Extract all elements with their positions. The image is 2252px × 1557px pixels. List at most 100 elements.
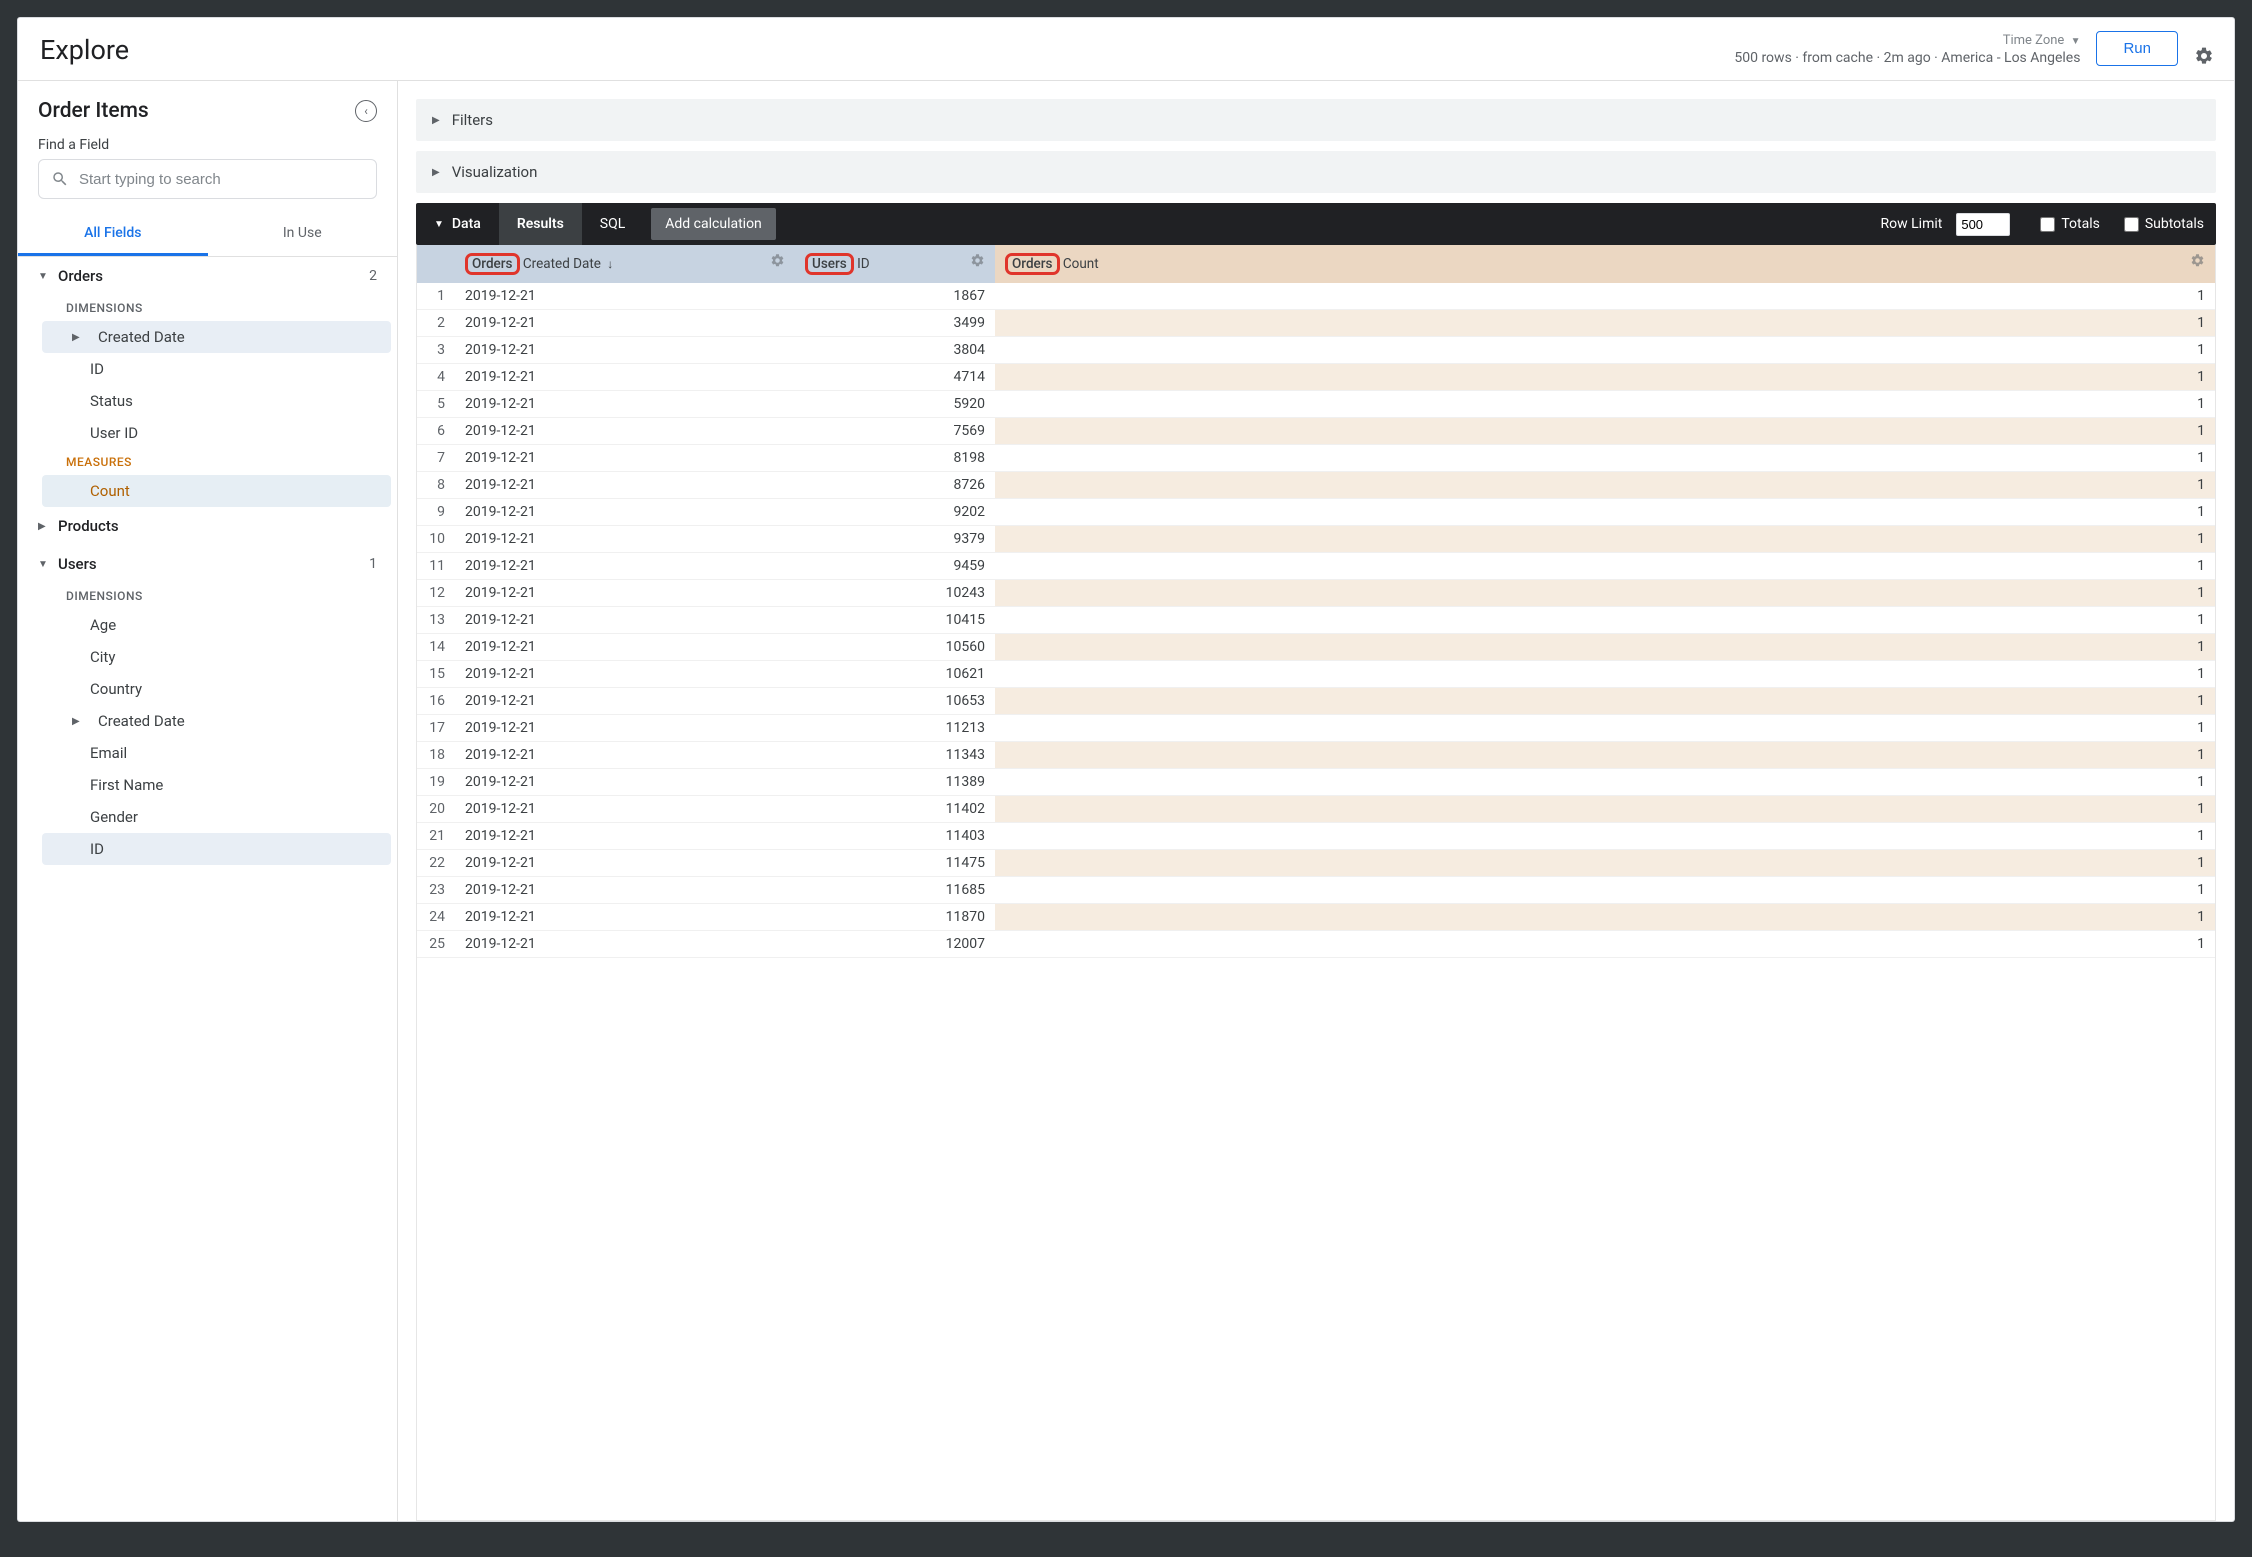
- search-input[interactable]: [79, 171, 364, 188]
- search-box[interactable]: [38, 159, 377, 199]
- cell-user-id[interactable]: 9379: [795, 526, 995, 553]
- cell-user-id[interactable]: 8726: [795, 472, 995, 499]
- table-row[interactable]: 12019-12-2118671: [417, 283, 2215, 310]
- field-item[interactable]: Gender: [42, 801, 391, 833]
- table-row[interactable]: 182019-12-21113431: [417, 742, 2215, 769]
- table-row[interactable]: 112019-12-2194591: [417, 553, 2215, 580]
- cell-count[interactable]: 1: [995, 796, 2215, 823]
- cell-count[interactable]: 1: [995, 499, 2215, 526]
- cell-user-id[interactable]: 3804: [795, 337, 995, 364]
- gear-icon[interactable]: [770, 253, 785, 272]
- cell-created-date[interactable]: 2019-12-21: [455, 472, 795, 499]
- table-row[interactable]: 252019-12-21120071: [417, 931, 2215, 958]
- cell-created-date[interactable]: 2019-12-21: [455, 850, 795, 877]
- cell-user-id[interactable]: 11870: [795, 904, 995, 931]
- field-item[interactable]: City: [42, 641, 391, 673]
- tab-all-fields[interactable]: All Fields: [18, 213, 208, 256]
- results-table-wrap[interactable]: Orders Created Date ↓Users IDOrders Coun…: [416, 245, 2216, 1521]
- cell-created-date[interactable]: 2019-12-21: [455, 499, 795, 526]
- field-item[interactable]: ▶Created Date: [42, 321, 391, 353]
- view-products[interactable]: ▶Products: [18, 507, 397, 545]
- cell-count[interactable]: 1: [995, 850, 2215, 877]
- table-row[interactable]: 102019-12-2193791: [417, 526, 2215, 553]
- cell-created-date[interactable]: 2019-12-21: [455, 607, 795, 634]
- cell-user-id[interactable]: 7569: [795, 418, 995, 445]
- cell-user-id[interactable]: 11403: [795, 823, 995, 850]
- cell-count[interactable]: 1: [995, 931, 2215, 958]
- data-tab[interactable]: ▼ Data: [416, 203, 499, 245]
- filters-section[interactable]: ▶ Filters: [416, 99, 2216, 141]
- cell-count[interactable]: 1: [995, 742, 2215, 769]
- cell-created-date[interactable]: 2019-12-21: [455, 796, 795, 823]
- results-tab[interactable]: Results: [499, 203, 582, 245]
- field-item[interactable]: ID: [42, 353, 391, 385]
- field-item[interactable]: Country: [42, 673, 391, 705]
- cell-created-date[interactable]: 2019-12-21: [455, 688, 795, 715]
- collapse-sidebar-icon[interactable]: ‹: [355, 100, 377, 122]
- table-row[interactable]: 242019-12-21118701: [417, 904, 2215, 931]
- field-item[interactable]: User ID: [42, 417, 391, 449]
- cell-user-id[interactable]: 10621: [795, 661, 995, 688]
- cell-count[interactable]: 1: [995, 391, 2215, 418]
- cell-created-date[interactable]: 2019-12-21: [455, 364, 795, 391]
- cell-count[interactable]: 1: [995, 553, 2215, 580]
- table-row[interactable]: 72019-12-2181981: [417, 445, 2215, 472]
- run-button[interactable]: Run: [2096, 31, 2178, 66]
- table-row[interactable]: 172019-12-21112131: [417, 715, 2215, 742]
- field-item[interactable]: ▶Created Date: [42, 705, 391, 737]
- cell-user-id[interactable]: 1867: [795, 283, 995, 310]
- view-orders[interactable]: ▼Orders2: [18, 257, 397, 295]
- field-item[interactable]: Email: [42, 737, 391, 769]
- cell-created-date[interactable]: 2019-12-21: [455, 769, 795, 796]
- cell-user-id[interactable]: 10243: [795, 580, 995, 607]
- add-calculation-button[interactable]: Add calculation: [651, 208, 776, 240]
- table-row[interactable]: 202019-12-21114021: [417, 796, 2215, 823]
- cell-count[interactable]: 1: [995, 418, 2215, 445]
- cell-created-date[interactable]: 2019-12-21: [455, 418, 795, 445]
- cell-user-id[interactable]: 11343: [795, 742, 995, 769]
- row-limit-input[interactable]: [1956, 213, 2010, 236]
- cell-count[interactable]: 1: [995, 607, 2215, 634]
- cell-user-id[interactable]: 10653: [795, 688, 995, 715]
- cell-count[interactable]: 1: [995, 526, 2215, 553]
- cell-user-id[interactable]: 11402: [795, 796, 995, 823]
- sql-tab[interactable]: SQL: [582, 203, 643, 245]
- table-row[interactable]: 212019-12-21114031: [417, 823, 2215, 850]
- cell-created-date[interactable]: 2019-12-21: [455, 877, 795, 904]
- table-row[interactable]: 222019-12-21114751: [417, 850, 2215, 877]
- subtotals-checkbox[interactable]: [2124, 217, 2139, 232]
- cell-user-id[interactable]: 3499: [795, 310, 995, 337]
- visualization-section[interactable]: ▶ Visualization: [416, 151, 2216, 193]
- field-list[interactable]: ▼Orders2DIMENSIONS▶Created DateIDStatusU…: [18, 257, 397, 1521]
- cell-created-date[interactable]: 2019-12-21: [455, 634, 795, 661]
- field-item[interactable]: Age: [42, 609, 391, 641]
- cell-count[interactable]: 1: [995, 472, 2215, 499]
- cell-count[interactable]: 1: [995, 364, 2215, 391]
- cell-created-date[interactable]: 2019-12-21: [455, 283, 795, 310]
- column-header[interactable]: Orders Created Date ↓: [455, 245, 795, 283]
- cell-count[interactable]: 1: [995, 634, 2215, 661]
- cell-user-id[interactable]: 11389: [795, 769, 995, 796]
- field-item[interactable]: Status: [42, 385, 391, 417]
- cell-count[interactable]: 1: [995, 283, 2215, 310]
- table-row[interactable]: 42019-12-2147141: [417, 364, 2215, 391]
- table-row[interactable]: 152019-12-21106211: [417, 661, 2215, 688]
- cell-count[interactable]: 1: [995, 823, 2215, 850]
- cell-created-date[interactable]: 2019-12-21: [455, 337, 795, 364]
- table-row[interactable]: 162019-12-21106531: [417, 688, 2215, 715]
- cell-created-date[interactable]: 2019-12-21: [455, 553, 795, 580]
- cell-count[interactable]: 1: [995, 310, 2215, 337]
- cell-count[interactable]: 1: [995, 661, 2215, 688]
- cell-user-id[interactable]: 11213: [795, 715, 995, 742]
- cell-created-date[interactable]: 2019-12-21: [455, 823, 795, 850]
- cell-created-date[interactable]: 2019-12-21: [455, 715, 795, 742]
- cell-count[interactable]: 1: [995, 580, 2215, 607]
- cell-created-date[interactable]: 2019-12-21: [455, 391, 795, 418]
- table-row[interactable]: 142019-12-21105601: [417, 634, 2215, 661]
- gear-icon[interactable]: [2194, 46, 2214, 66]
- cell-created-date[interactable]: 2019-12-21: [455, 445, 795, 472]
- cell-count[interactable]: 1: [995, 688, 2215, 715]
- cell-user-id[interactable]: 10560: [795, 634, 995, 661]
- cell-created-date[interactable]: 2019-12-21: [455, 742, 795, 769]
- field-item[interactable]: Count: [42, 475, 391, 507]
